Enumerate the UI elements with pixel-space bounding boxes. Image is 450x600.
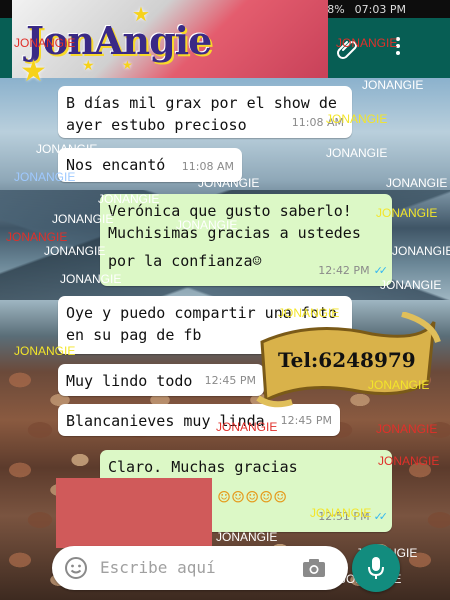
message-incoming[interactable]: B días mil grax por el show de ayer estu… [58,86,352,138]
star-icon: ★ [20,54,47,89]
double-check-icon: ✓✓ [373,264,389,277]
star-icon: ★ [82,58,95,74]
camera-icon[interactable] [302,558,326,578]
message-time: 11:08 AM [291,116,344,129]
tel-number: Tel:6248979 [278,348,416,372]
message-input-bar[interactable]: Escribe aquí [52,546,348,590]
status-clock: 07:03 PM [354,2,406,16]
mic-button[interactable] [352,544,400,592]
emoji-icon[interactable] [64,556,88,580]
message-time-wrap: 12:51 PM ✓✓ [318,506,389,528]
message-input[interactable]: Escribe aquí [100,558,216,577]
message-incoming[interactable]: Blancanieves muy linda 12:45 PM [58,404,340,436]
redacted-area [56,478,212,548]
message-time: 12:45 PM [280,414,332,427]
message-incoming[interactable]: Nos encantó 11:08 AM [58,148,242,182]
message-time: 12:42 PM [318,264,370,277]
message-outgoing[interactable]: Verónica que gusto saberlo! Muchisimas g… [100,194,392,286]
brand-logo: JonAngie ★ ★ ★ ★ [12,0,328,89]
paperclip-icon[interactable] [336,38,360,62]
double-check-icon: ✓✓ [373,510,389,523]
message-time: 12:45 PM [204,374,256,387]
message-incoming[interactable]: Muy lindo todo 12:45 PM [58,364,264,396]
logo-text: JonAngie [26,18,212,63]
message-time-wrap: 12:42 PM ✓✓ [318,260,389,282]
message-line: Muchisimas gracias a ustedes [108,224,361,242]
message-line: Claro. Muchas gracias [108,458,298,476]
star-icon: ★ [132,2,150,26]
message-line: B días mil grax por el show de [66,94,337,112]
message-time: 12:51 PM [318,510,370,523]
message-time: 11:08 AM [181,160,234,173]
mic-icon [368,557,384,579]
star-icon: ★ [122,58,133,72]
message-line: Verónica que gusto saberlo! [108,202,352,220]
more-vert-icon[interactable] [394,34,402,58]
